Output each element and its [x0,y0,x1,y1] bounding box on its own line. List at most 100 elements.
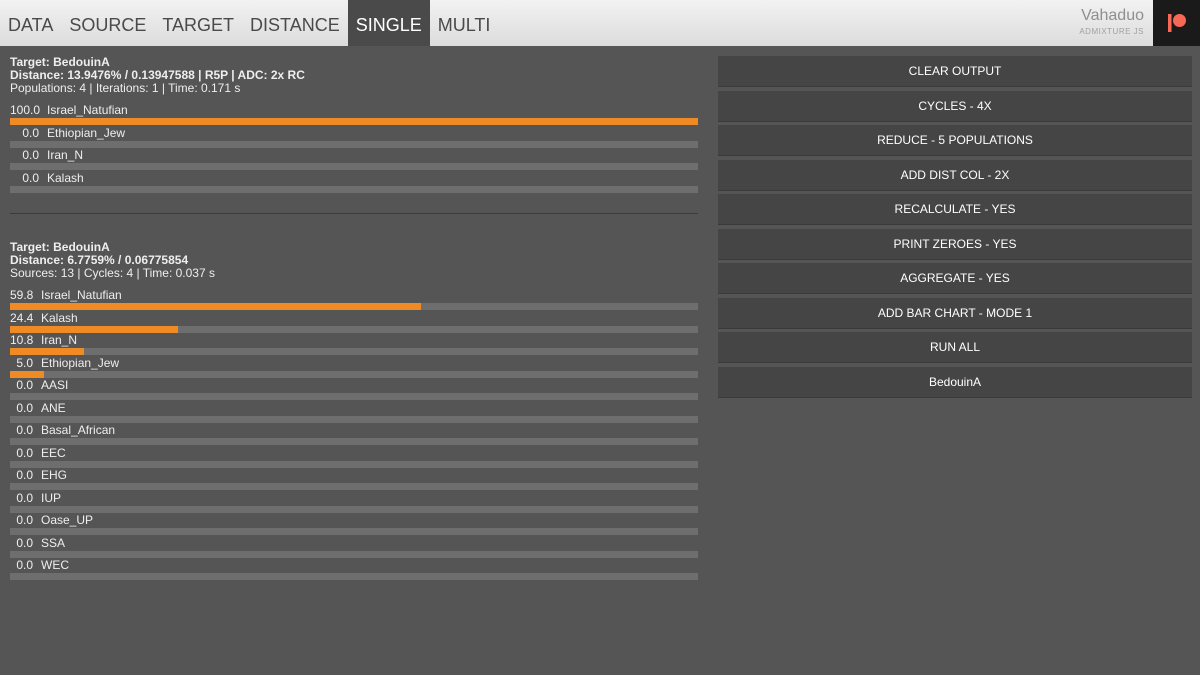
population-row: 59.8 Israel_Natufian [10,288,698,311]
population-label: 0.0 AASI [10,378,68,392]
population-value: 0.0 [22,170,39,185]
population-row: 0.0 AASI [10,378,698,401]
run-all-button[interactable]: RUN ALL [718,332,1192,363]
population-row: 0.0 SSA [10,536,698,559]
bar-track [10,573,698,580]
tab-multi[interactable]: MULTI [430,0,499,46]
population-name: Kalash [41,310,78,325]
clear-output-button[interactable]: CLEAR OUTPUT [718,56,1192,87]
population-label: 0.0 EEC [10,445,66,460]
info-line: Sources: 13 | Cycles: 4 | Time: 0.037 s [10,266,215,280]
population-label: 0.0 Ethiopian_Jew [10,126,125,140]
bar-track [10,348,698,355]
population-name: EEC [41,445,66,460]
population-label: 0.0 ANE [10,400,66,415]
brand-name: Vahaduo [1081,7,1144,24]
population-value: 24.4 [10,310,34,325]
bar-track [10,415,698,423]
options-panel: CLEAR OUTPUT CYCLES - 4X REDUCE - 5 POPULA… [718,56,1192,401]
population-name: SSA [41,535,66,550]
population-name: ANE [41,400,66,415]
bedouina-button[interactable]: BedouinA [718,366,1192,398]
add-bar-chart-mode-1-button[interactable]: ADD BAR CHART - MODE 1 [718,297,1192,329]
population-name: Kalash [47,170,84,185]
population-value: 0.0 [22,148,39,162]
population-row: 0.0 IUP [10,491,698,514]
tab-distance[interactable]: DISTANCE [242,0,348,46]
bar-track [10,528,698,535]
population-label: 59.8 Israel_Natufian [10,288,122,302]
population-row: 24.4 Kalash [10,311,698,334]
bar-track [10,505,698,513]
patreon-button[interactable] [1153,0,1200,46]
population-name: EHG [41,468,68,482]
result-rows: 59.8 Israel_Natufian 24.4 Kalash 10.8 Iran_N 5… [10,288,698,581]
tab-target[interactable]: TARGET [154,0,242,46]
population-row: 0.0 Ethiopian_Jew [10,126,698,149]
population-row: 0.0 Basal_African [10,423,698,446]
reduce-5-populations-button[interactable]: REDUCE - 5 POPULATIONS [718,125,1192,156]
population-row: 100.0 Israel_Natufian [10,103,698,126]
population-row: 5.0 Ethiopian_Jew [10,356,698,379]
population-row: 0.0 Iran_N [10,148,698,171]
cycles-4x-button[interactable]: CYCLES - 4X [718,90,1192,122]
bar-fill [10,370,45,378]
population-label: 0.0 Basal_African [10,423,115,437]
population-label: 24.4 Kalash [10,311,78,325]
bar-track [10,185,698,193]
bar-track [10,393,698,400]
population-row: 0.0 EHG [10,468,698,491]
result-header: Target: BedouinA Distance: 13.9476% / 0.1… [10,56,698,95]
tab-single[interactable]: SINGLE [347,0,430,46]
population-value: 59.8 [10,288,34,302]
bar-fill [10,348,85,355]
recalculate-yes-button[interactable]: RECALCULATE - YES [718,194,1192,225]
population-value: 10.8 [10,333,34,347]
population-value: 0.0 [22,125,39,140]
result-block: Target: BedouinA Distance: 13.9476% / 0.1… [10,56,698,193]
output-panel: Target: BedouinA Distance: 13.9476% / 0.1… [10,56,698,581]
population-value: 100.0 [10,103,41,117]
population-value: 0.0 [16,378,33,392]
population-name: Iran_N [47,148,84,162]
population-label: 100.0 Israel_Natufian [10,103,128,117]
tab-data[interactable]: DATA [0,0,61,46]
population-label: 10.8 Iran_N [10,333,77,347]
bar-track [10,460,698,468]
bar-track [10,438,698,445]
bar-track [10,550,698,558]
bar-track [10,370,698,378]
top-navigation: DATA SOURCE TARGET DISTANCE SINGLE MULTI… [0,0,1200,46]
info-line: Populations: 4 | Iterations: 1 | Time: 0… [10,81,241,95]
brand-logo: Vahaduo ADMIXTURE JS [1079,6,1144,36]
population-label: 5.0 Ethiopian_Jew [10,356,119,370]
tab-source[interactable]: SOURCE [61,0,154,46]
patreon-icon [1168,14,1186,32]
result-block: Target: BedouinA Distance: 6.7759% / 0.06… [10,241,698,581]
population-label: 0.0 IUP [10,491,61,505]
add-dist-col-2x-button[interactable]: ADD DIST COL - 2X [718,159,1192,191]
bar-track [10,483,698,490]
population-value: 0.0 [16,468,33,482]
population-value: 0.0 [16,558,33,572]
population-value: 5.0 [16,355,33,370]
population-name: WEC [41,558,69,572]
population-row: 0.0 ANE [10,401,698,424]
population-name: IUP [41,490,62,505]
population-label: 0.0 Iran_N [10,148,83,162]
population-name: Israel_Natufian [47,103,128,117]
bar-track [10,163,698,170]
population-label: 0.0 WEC [10,558,69,572]
bar-fill [10,325,178,333]
population-row: 0.0 EEC [10,446,698,469]
population-value: 0.0 [16,513,33,527]
population-name: Ethiopian_Jew [41,355,120,370]
population-name: Israel_Natufian [41,288,122,302]
print-zeroes-yes-button[interactable]: PRINT ZEROES - YES [718,228,1192,260]
population-name: Ethiopian_Jew [47,125,126,140]
result-divider [10,213,698,214]
tab-bar: DATA SOURCE TARGET DISTANCE SINGLE MULTI [0,0,498,46]
population-label: 0.0 EHG [10,468,67,482]
aggregate-yes-button[interactable]: AGGREGATE - YES [718,263,1192,294]
bar-track [10,325,698,333]
